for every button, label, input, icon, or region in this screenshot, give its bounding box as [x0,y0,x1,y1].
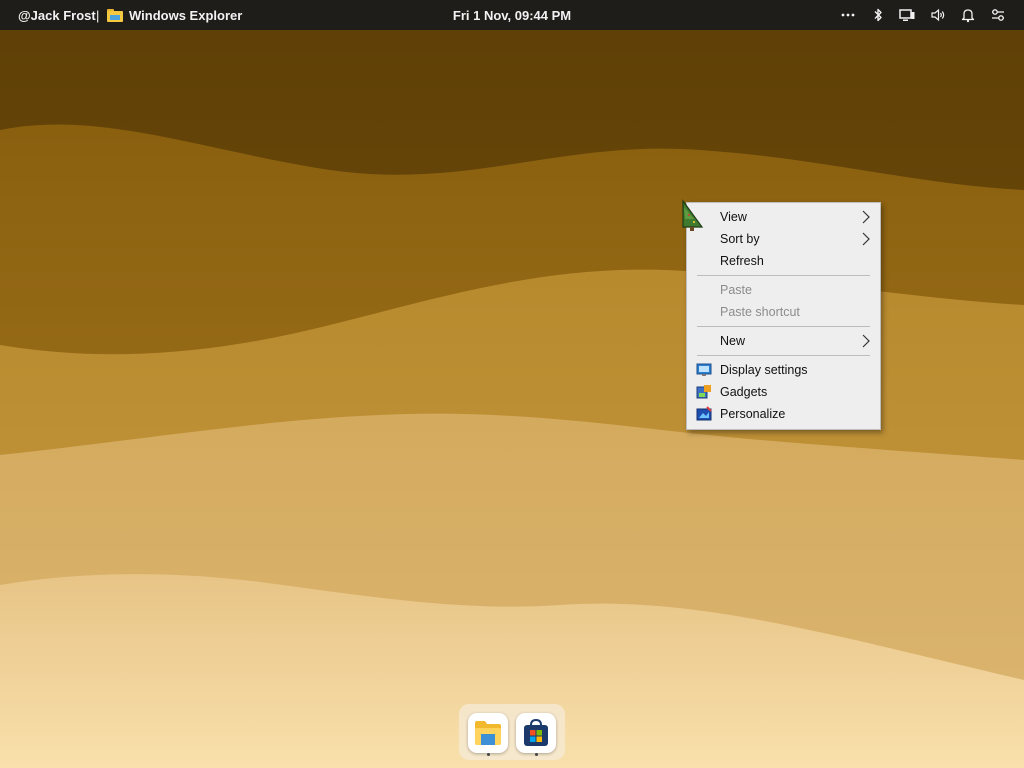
chevron-right-icon [862,334,870,348]
menu-item-label: Sort by [720,232,760,246]
volume-icon[interactable] [930,7,946,23]
settings-toggle-icon[interactable] [990,7,1006,23]
user-name[interactable]: @Jack Frost [18,8,96,23]
store-icon [524,719,548,746]
menu-item-paste-shortcut[interactable]: Paste shortcut [687,301,880,323]
menu-item-label: New [720,334,746,348]
menu-item-refresh[interactable]: Refresh [687,250,880,272]
menu-item-label: Personalize [720,407,786,421]
more-icon[interactable] [840,7,856,23]
active-app-title[interactable]: Windows Explorer [129,8,242,23]
taskbar-dock [459,704,565,760]
running-indicator [487,753,490,756]
chevron-right-icon [862,232,870,246]
desktop-context-menu: View Sort by Refresh Paste Paste shortcu… [686,202,881,430]
tree-cursor-icon [682,199,704,231]
menu-item-personalize[interactable]: Personalize [687,403,880,425]
running-indicator [535,753,538,756]
topbar-separator: | [96,8,100,23]
personalize-icon [696,406,712,421]
chevron-right-icon [862,210,870,224]
menu-separator [697,275,870,276]
dock-app-file-explorer[interactable] [468,713,508,753]
menu-item-sort-by[interactable]: Sort by [687,228,880,250]
menu-item-label: View [720,210,747,224]
dock-app-store[interactable] [516,713,556,753]
file-explorer-icon [475,721,501,745]
menu-item-paste[interactable]: Paste [687,279,880,301]
menu-item-gadgets[interactable]: Gadgets [687,381,880,403]
notification-bell-icon[interactable] [960,7,976,23]
gadgets-icon [696,385,711,399]
menu-item-label: Display settings [720,363,808,377]
menu-item-new[interactable]: New [687,330,880,352]
menu-separator [697,326,870,327]
bluetooth-icon[interactable] [870,7,886,23]
menu-item-label: Paste shortcut [720,305,800,319]
folder-icon [107,9,123,22]
menu-separator [697,355,870,356]
menu-item-display-settings[interactable]: Display settings [687,359,880,381]
menu-item-label: Gadgets [720,385,768,399]
display-icon[interactable] [899,7,915,23]
menu-item-view[interactable]: View [687,206,880,228]
desktop[interactable]: @Jack Frost | Windows Explorer Fri 1 Nov… [0,0,1024,768]
top-bar: @Jack Frost | Windows Explorer Fri 1 Nov… [0,0,1024,30]
display-settings-icon [696,363,712,376]
menu-item-label: Refresh [720,254,764,268]
menu-item-label: Paste [720,283,752,297]
